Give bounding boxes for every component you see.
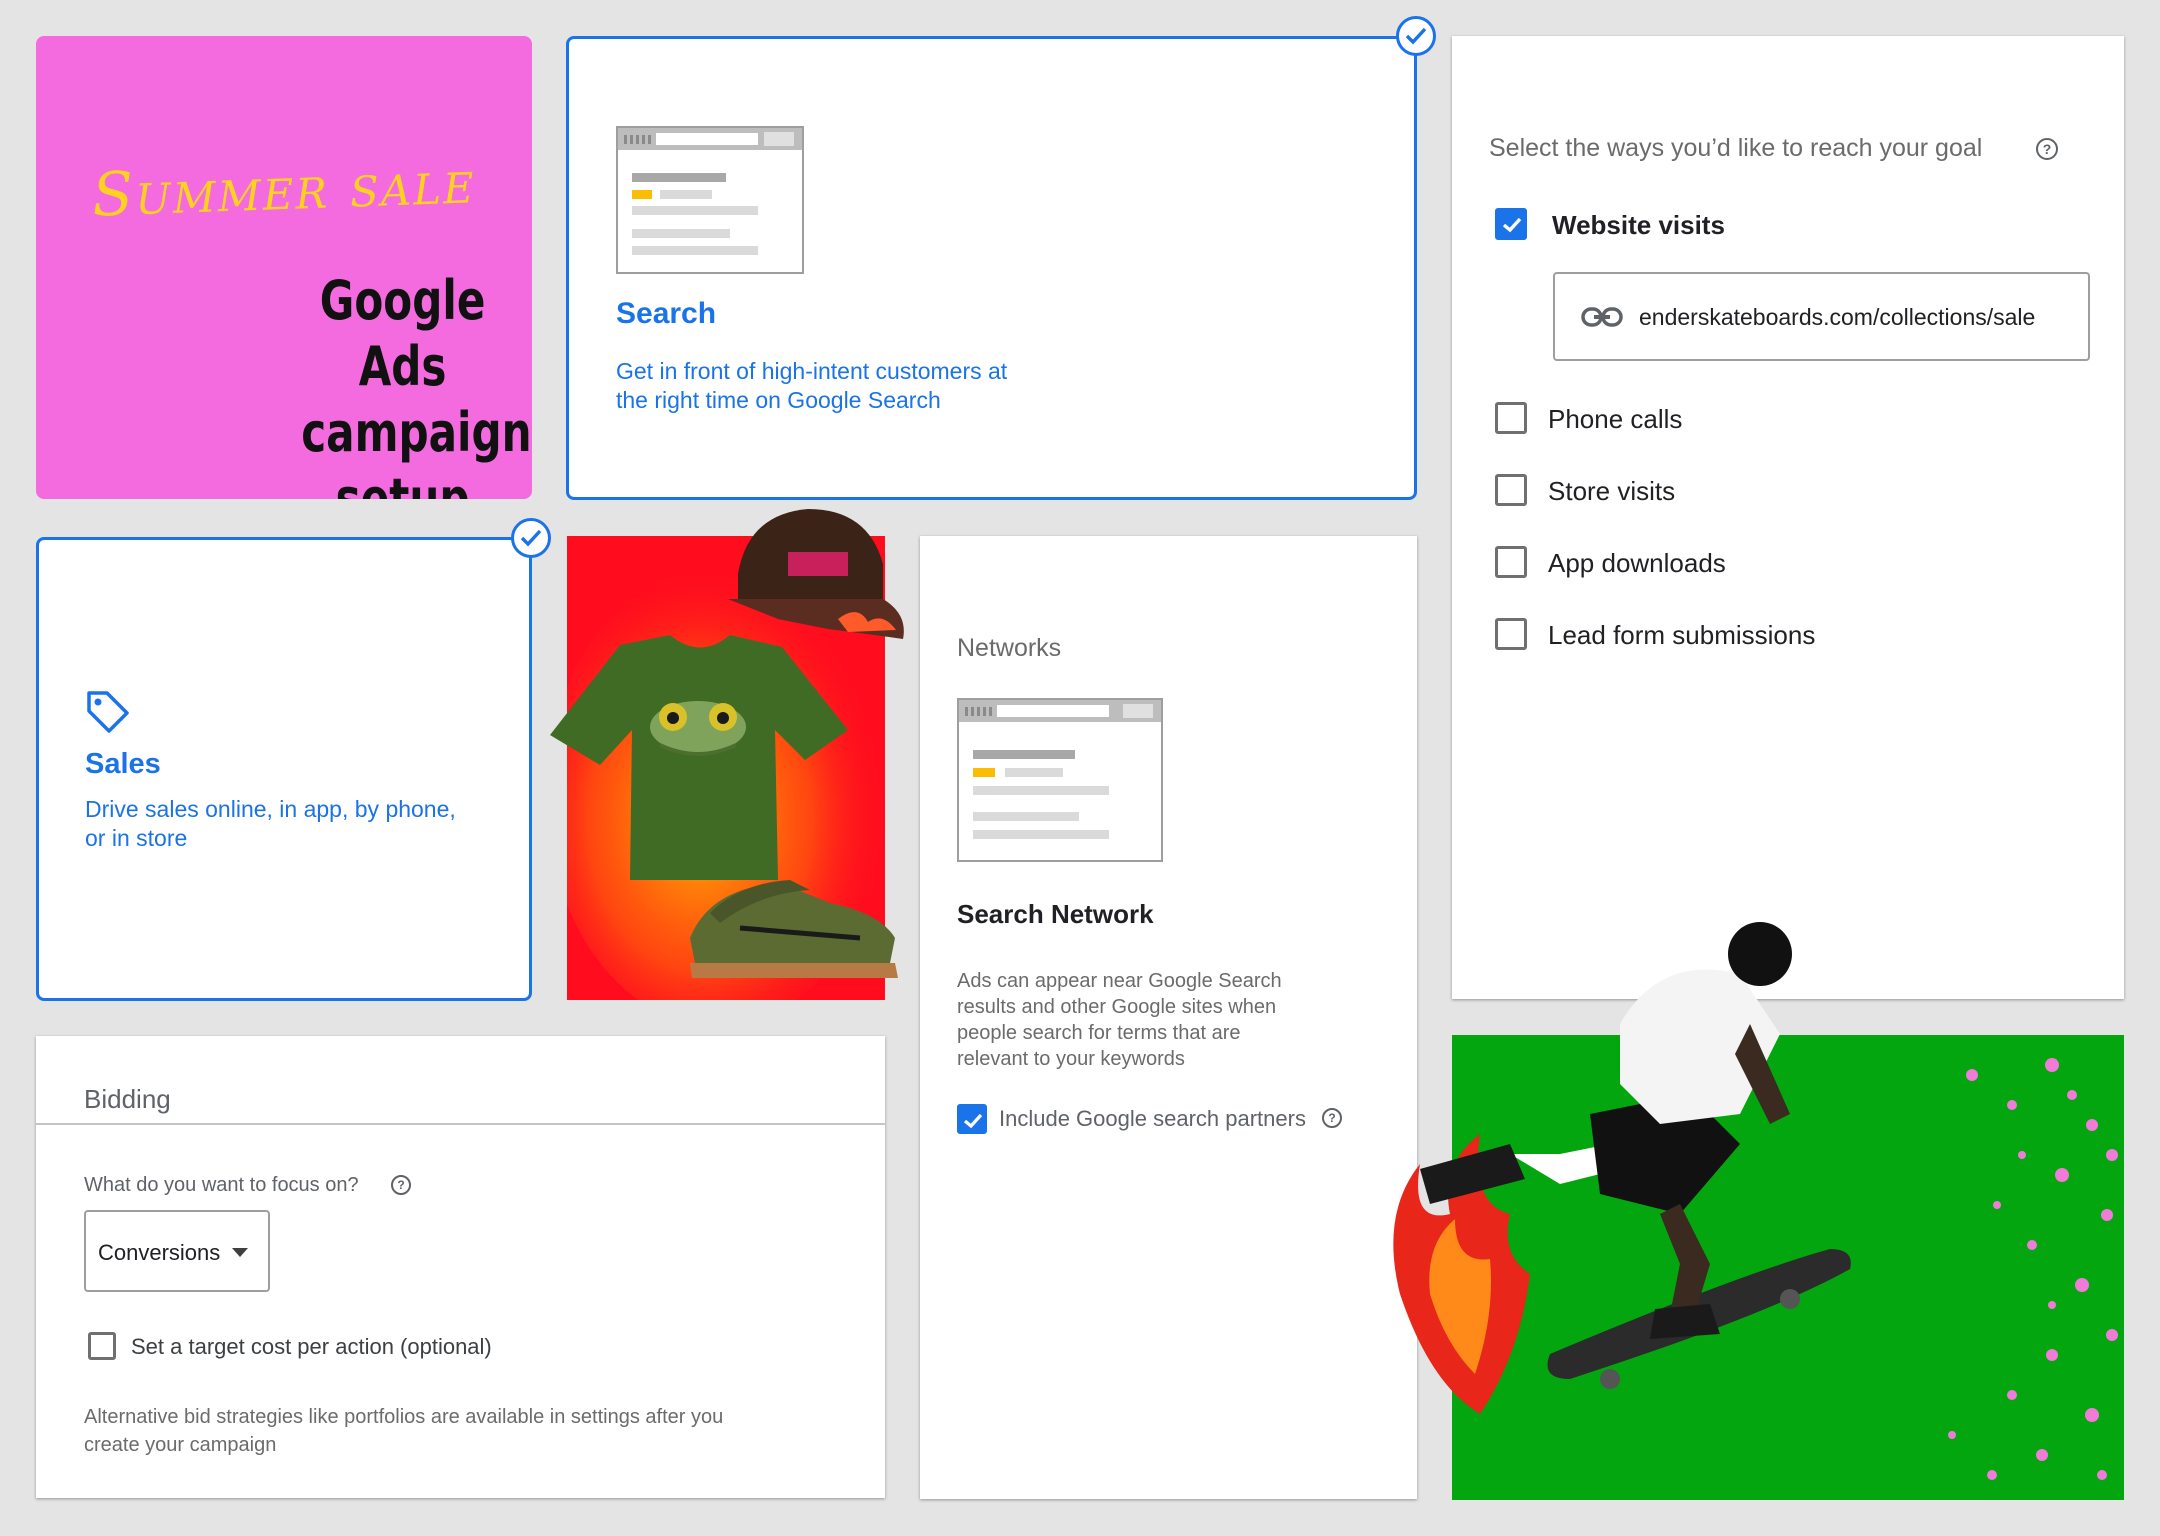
website-visits-label: Website visits <box>1552 210 1725 240</box>
store-visits-label: Store visits <box>1548 476 1676 506</box>
hero-subtitle-line: campaign <box>301 401 532 464</box>
hero-subtitle-line: setup <box>335 467 470 499</box>
sneakers-image <box>690 880 898 978</box>
hero-subtitle: Google Ads campaign setup <box>301 268 532 499</box>
app-downloads-label: App downloads <box>1548 548 1726 578</box>
sales-card-description-line: or in store <box>85 825 188 851</box>
bidding-card: Bidding What do you want to focus on? ? … <box>36 1036 885 1498</box>
sales-card-title: Sales <box>85 748 161 780</box>
network-browser-illustration <box>957 698 1163 862</box>
bidding-note-line: Alternative bid strategies like portfoli… <box>84 1406 724 1428</box>
focus-help-icon[interactable]: ? <box>391 1175 411 1195</box>
search-partners-help-icon[interactable]: ? <box>1322 1108 1342 1128</box>
search-campaign-card[interactable]: Search Get in front of high-intent custo… <box>566 36 1417 500</box>
search-network-description-line: Ads can appear near Google Search <box>957 970 1282 992</box>
website-url-value: enderskateboards.com/collections/sale <box>1639 304 2036 330</box>
sales-selected-check-icon <box>511 518 551 558</box>
phone-calls-checkbox[interactable] <box>1495 402 1527 434</box>
goal-options-card: Select the ways you’d like to reach your… <box>1452 36 2124 999</box>
networks-heading: Networks <box>957 634 1062 662</box>
hero-title: Summer sale <box>90 147 477 231</box>
search-card-description-line: the right time on Google Search <box>616 387 941 413</box>
search-browser-illustration <box>616 126 804 274</box>
lead-form-label: Lead form submissions <box>1548 620 1816 650</box>
target-cpa-checkbox[interactable] <box>88 1332 116 1360</box>
store-visits-checkbox[interactable] <box>1495 474 1527 506</box>
search-selected-check-icon <box>1396 16 1436 56</box>
tag-icon <box>87 691 129 733</box>
sales-card-description-line: Drive sales online, in app, by phone, <box>85 796 456 822</box>
app-downloads-checkbox[interactable] <box>1495 546 1527 578</box>
target-cpa-label: Set a target cost per action (optional) <box>131 1334 492 1359</box>
skater-figure <box>1393 922 1851 1414</box>
link-icon <box>1581 307 1623 327</box>
bidding-note: Alternative bid strategies like portfoli… <box>84 1403 723 1459</box>
search-partners-label: Include Google search partners <box>999 1106 1306 1131</box>
phone-calls-label: Phone calls <box>1548 404 1683 434</box>
bidding-heading: Bidding <box>84 1084 171 1114</box>
search-network-description-line: results and other Google sites when <box>957 996 1277 1018</box>
search-card-description: Get in front of high-intent customers at… <box>616 357 1007 415</box>
bidding-note-line: create your campaign <box>84 1434 277 1456</box>
goal-help-icon[interactable]: ? <box>2036 138 2058 160</box>
hero-subtitle-line: Google Ads <box>319 269 486 398</box>
search-network-description-line: relevant to your keywords <box>957 1048 1185 1070</box>
bidding-divider <box>36 1123 885 1125</box>
search-network-description-line: people search for terms that are <box>957 1022 1241 1044</box>
search-network-description: Ads can appear near Google Search result… <box>957 968 1282 1072</box>
focus-dropdown-value: Conversions <box>98 1240 221 1265</box>
search-card-description-line: Get in front of high-intent customers at <box>616 358 1008 384</box>
cap-image <box>728 509 904 639</box>
focus-dropdown[interactable]: Conversions <box>84 1210 270 1292</box>
hero-banner: Summer sale Google Ads campaign setup <box>36 36 532 499</box>
website-url-field[interactable]: enderskateboards.com/collections/sale <box>1553 272 2090 361</box>
focus-question: What do you want to focus on? <box>84 1174 359 1196</box>
search-card-title: Search <box>616 297 717 330</box>
website-visits-checkbox[interactable] <box>1495 208 1527 240</box>
sales-card-description: Drive sales online, in app, by phone, or… <box>85 795 456 853</box>
search-partners-checkbox[interactable] <box>957 1104 987 1134</box>
networks-card: Networks Search Network Ads can appear n… <box>920 536 1417 1499</box>
goal-heading: Select the ways you’d like to reach your… <box>1489 134 1983 162</box>
green-tshirt-image <box>550 635 848 880</box>
caret-down-icon <box>232 1248 248 1257</box>
lead-form-checkbox[interactable] <box>1495 618 1527 650</box>
search-network-title: Search Network <box>957 899 1154 929</box>
sales-objective-card[interactable]: Sales Drive sales online, in app, by pho… <box>36 537 532 1001</box>
